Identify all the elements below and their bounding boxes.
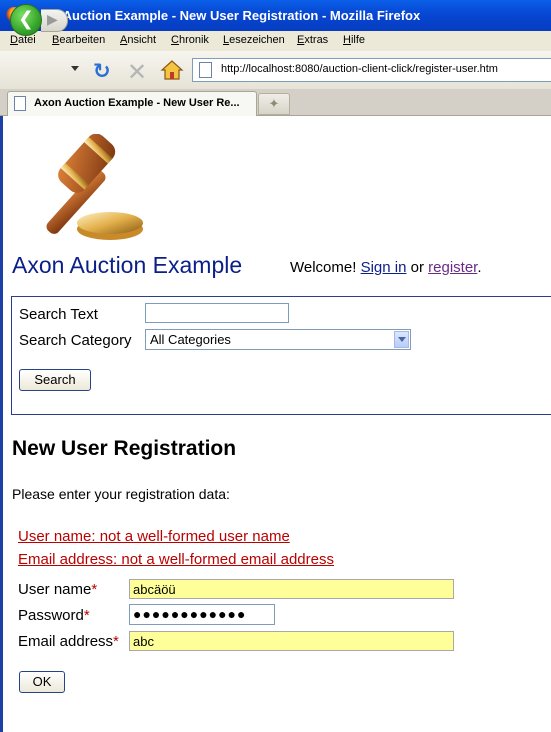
history-dropdown-icon[interactable] xyxy=(71,66,79,71)
username-label: User name* xyxy=(18,581,97,598)
username-field[interactable]: abcäöü xyxy=(129,579,454,599)
reload-icon[interactable]: ↻ xyxy=(93,59,111,84)
required-marker: * xyxy=(91,581,98,598)
page-icon xyxy=(199,62,212,78)
sign-in-link[interactable]: Sign in xyxy=(361,259,407,276)
new-tab-button[interactable]: ✦ xyxy=(258,93,290,115)
gavel-logo-icon xyxy=(14,133,144,244)
error-email: Email address: not a well-formed email a… xyxy=(18,551,334,568)
password-label-text: Password xyxy=(18,607,84,624)
search-text-input[interactable] xyxy=(145,303,289,323)
menu-lesezeichen[interactable]: Lesezeichen xyxy=(223,34,285,46)
back-arrow-icon: ❮ xyxy=(18,9,34,30)
password-value: ●●●●●●●●●●●● xyxy=(133,606,247,622)
window-title: Axon Auction Example - New User Registra… xyxy=(27,8,421,23)
username-label-text: User name xyxy=(18,581,92,598)
page-heading: New User Registration xyxy=(12,437,237,460)
forward-button[interactable]: ▶ xyxy=(41,9,68,32)
page-icon xyxy=(14,96,26,111)
home-icon[interactable] xyxy=(160,58,184,82)
email-label-text: Email address xyxy=(18,633,114,650)
category-select[interactable]: All Categories xyxy=(145,329,411,350)
password-field[interactable]: ●●●●●●●●●●●● xyxy=(129,604,275,625)
welcome-text: Welcome! xyxy=(290,259,357,276)
search-category-label: Search Category xyxy=(19,332,132,349)
chevron-down-icon[interactable] xyxy=(394,331,409,348)
or-text: or xyxy=(410,259,424,276)
search-button[interactable]: Search xyxy=(19,369,91,391)
menu-ansicht[interactable]: Ansicht xyxy=(120,34,156,46)
search-text-label: Search Text xyxy=(19,306,98,323)
menu-bearbeiten[interactable]: Bearbeiten xyxy=(52,34,105,46)
register-link[interactable]: register xyxy=(428,259,477,276)
site-title: Axon Auction Example xyxy=(12,252,243,278)
menu-hilfe[interactable]: Hilfe xyxy=(343,34,365,46)
ok-button[interactable]: OK xyxy=(19,671,65,693)
url-text: http://localhost:8080/auction-client-cli… xyxy=(221,63,498,75)
category-value: All Categories xyxy=(150,332,231,347)
required-marker: * xyxy=(83,607,90,624)
username-value: abcäöü xyxy=(133,582,176,597)
content-border xyxy=(0,116,3,732)
required-marker: * xyxy=(113,633,119,650)
email-label: Email address* xyxy=(18,633,119,650)
back-button[interactable]: ❮ xyxy=(10,4,42,36)
period-text: . xyxy=(477,259,482,276)
stop-icon[interactable]: ✕ xyxy=(127,58,147,87)
welcome-line: Welcome! Sign in or register. xyxy=(290,259,482,276)
email-value: abc xyxy=(133,634,154,649)
menu-extras[interactable]: Extras xyxy=(297,34,328,46)
password-label: Password* xyxy=(18,607,90,624)
forward-arrow-icon: ▶ xyxy=(47,11,58,27)
window-titlebar: Axon Auction Example - New User Registra… xyxy=(0,0,551,31)
email-field[interactable]: abc xyxy=(129,631,454,651)
tab-label: Axon Auction Example - New User Re... xyxy=(34,97,240,109)
address-bar[interactable]: http://localhost:8080/auction-client-cli… xyxy=(192,58,551,82)
menu-chronik[interactable]: Chronik xyxy=(171,34,209,46)
tab-registration[interactable]: Axon Auction Example - New User Re... xyxy=(7,91,257,116)
intro-text: Please enter your registration data: xyxy=(12,486,230,502)
plus-icon: ✦ xyxy=(268,96,280,111)
menu-bar: Datei Bearbeiten Ansicht Chronik Lesezei… xyxy=(0,31,551,51)
error-username: User name: not a well-formed user name xyxy=(18,528,290,545)
